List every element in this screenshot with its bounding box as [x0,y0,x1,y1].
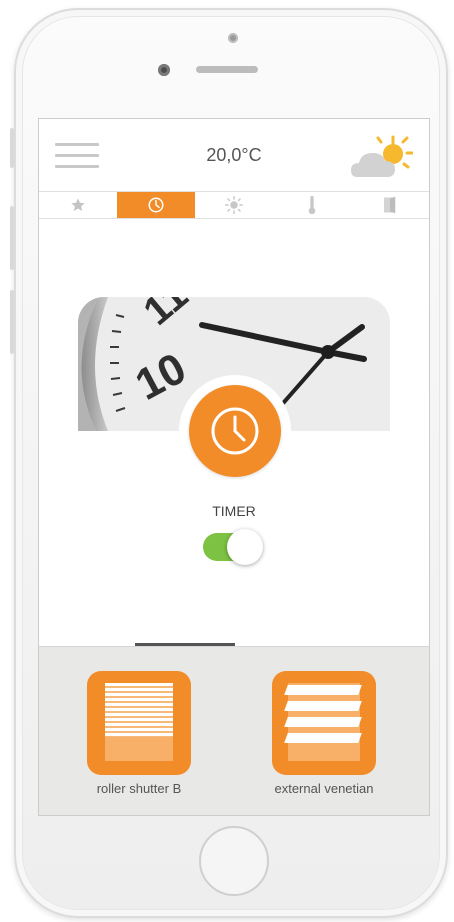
sun-icon [225,196,243,214]
tab-doors[interactable] [351,192,429,218]
tab-favorites[interactable] [39,192,117,218]
venetian-blind-icon [272,671,376,775]
device-panel: roller shutter B external venetian [39,646,429,815]
earpiece-speaker [196,66,258,73]
partly-sunny-icon [351,135,413,177]
clock-icon [148,197,164,213]
tab-light[interactable] [195,192,273,218]
device-label: roller shutter B [96,781,182,796]
thermometer-icon [308,195,316,215]
door-icon [384,196,396,214]
timer-toggle[interactable] [203,529,265,565]
device-external-venetian[interactable]: external venetian [272,671,376,796]
tab-timer[interactable] [117,192,195,218]
home-button[interactable] [199,826,269,896]
volume-up-button [10,206,14,270]
timer-button[interactable] [189,385,281,477]
timer-label: TIMER [212,503,256,519]
toggle-knob [227,529,263,565]
category-tabs [39,191,429,219]
tab-climate[interactable] [273,192,351,218]
device-roller-shutter-b[interactable]: roller shutter B [87,671,191,796]
clock-icon [211,407,259,455]
star-icon [71,198,85,211]
roller-shutter-icon [87,671,191,775]
volume-down-button [10,290,14,354]
mute-switch [10,128,14,168]
device-label: external venetian [274,781,374,796]
proximity-sensor [228,33,238,43]
app-screen: 20,0°C 10 11 TIMER roller shutter B exte… [38,118,430,816]
top-bar: 20,0°C [39,119,429,189]
front-camera [158,64,170,76]
